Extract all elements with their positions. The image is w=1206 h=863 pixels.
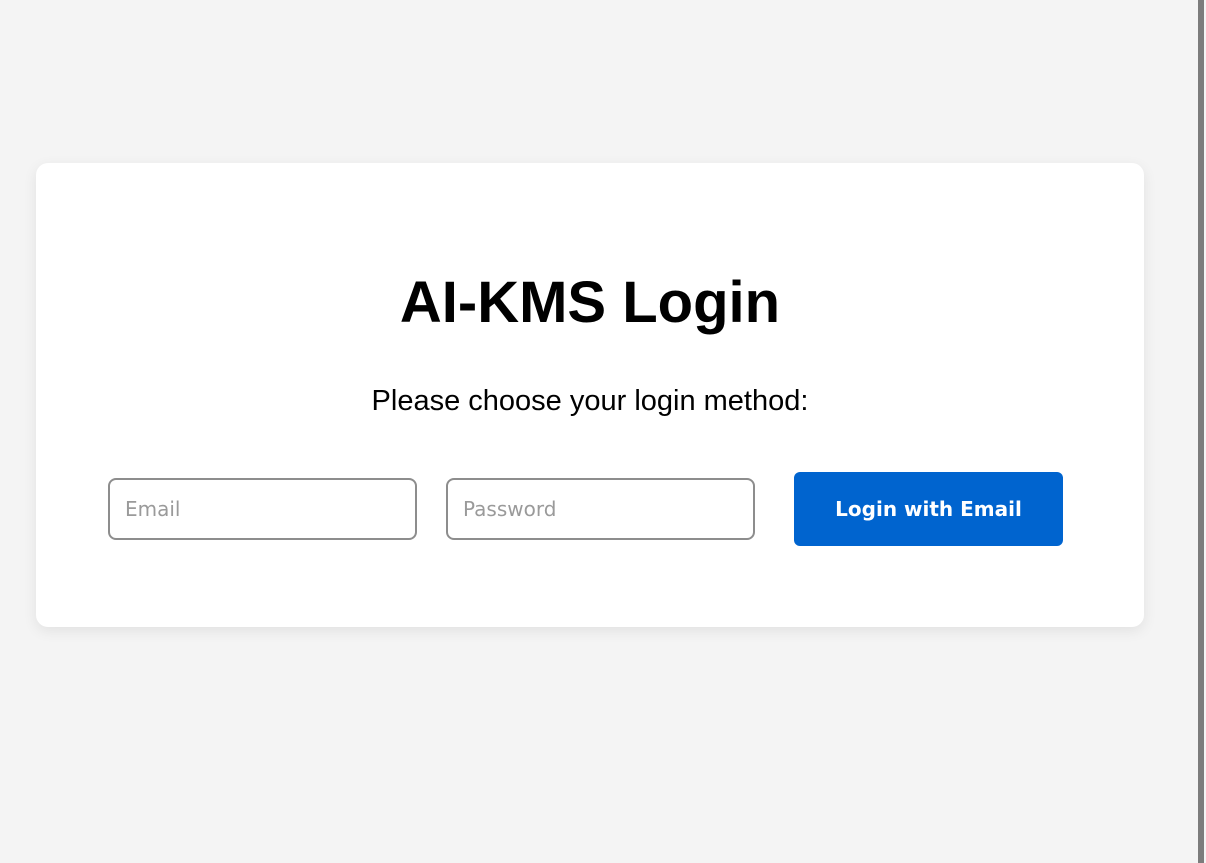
- email-field[interactable]: [108, 478, 417, 540]
- login-page: { "login": { "title": "AI-KMS Login", "s…: [0, 0, 1206, 863]
- scrollbar-thumb[interactable]: [1198, 0, 1204, 863]
- login-with-email-button[interactable]: Login with Email: [794, 472, 1063, 546]
- password-field[interactable]: [446, 478, 755, 540]
- vertical-scrollbar[interactable]: [1196, 0, 1206, 863]
- login-method-prompt: Please choose your login method:: [371, 385, 809, 417]
- page-title: AI-KMS Login: [399, 270, 781, 335]
- login-card: AI-KMS Login Please choose your login me…: [36, 163, 1144, 627]
